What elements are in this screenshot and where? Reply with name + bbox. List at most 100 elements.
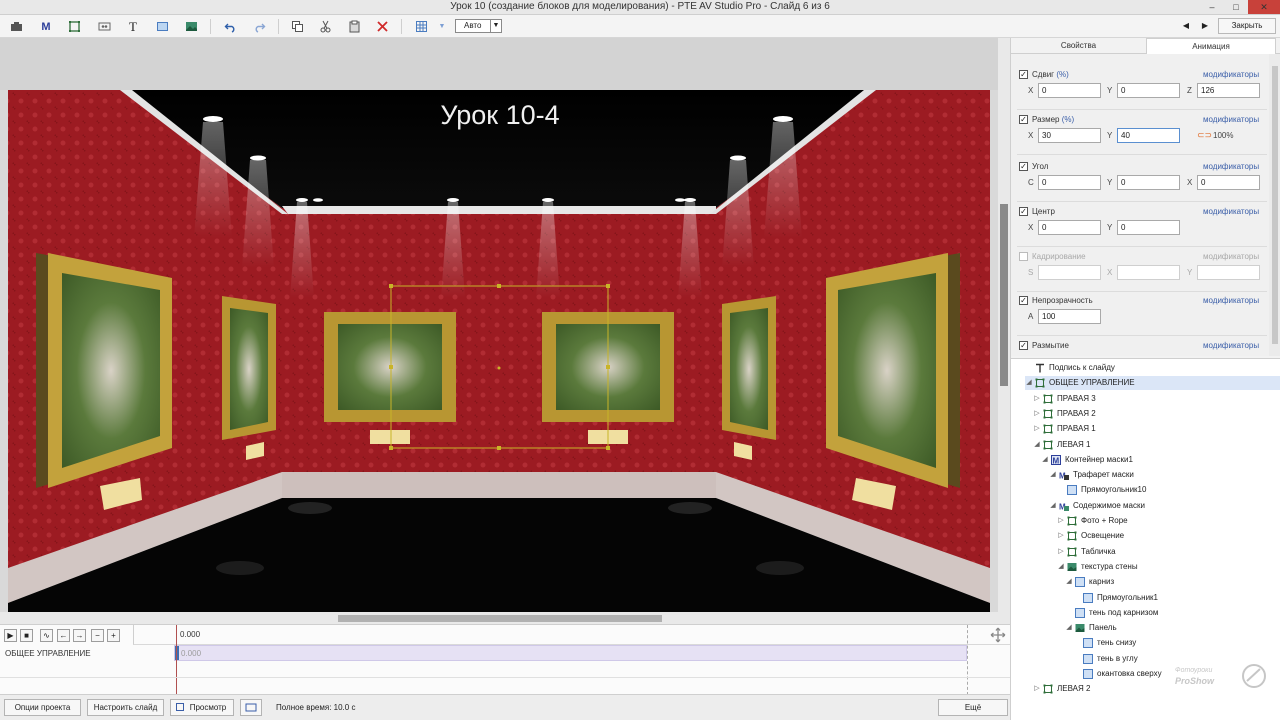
pan-checkbox[interactable]: ✓ <box>1019 70 1028 79</box>
scrollbar-thumb[interactable] <box>338 615 662 622</box>
slide-options-button[interactable]: Настроить слайд <box>87 699 164 716</box>
center-y-input[interactable]: 0 <box>1117 220 1180 235</box>
mask-tool-button[interactable]: M <box>38 19 54 34</box>
opacity-checkbox[interactable]: ✓ <box>1019 296 1028 305</box>
expand-arrow-icon[interactable]: ▷ <box>1033 422 1041 436</box>
tree-item[interactable]: тень снизу <box>1073 636 1280 650</box>
blur-modifiers-link[interactable]: модификаторы <box>1203 341 1259 350</box>
more-button[interactable]: Ещё <box>938 699 1008 716</box>
opacity-input[interactable]: 100 <box>1038 309 1101 324</box>
project-options-button[interactable]: Опции проекта <box>4 699 81 716</box>
paste-button[interactable] <box>346 19 362 34</box>
tree-item[interactable]: ▷ Табличка <box>1057 545 1280 559</box>
collapse-arrow-icon[interactable]: ◢ <box>1025 376 1033 390</box>
tab-animation[interactable]: Анимация <box>1146 38 1276 54</box>
center-checkbox[interactable]: ✓ <box>1019 207 1028 216</box>
tree-item[interactable]: ◢ ОБЩЕЕ УПРАВЛЕНИЕ <box>1025 376 1280 391</box>
next-keyframe-button[interactable]: → <box>73 629 86 642</box>
previous-keyframe-button[interactable]: ← <box>57 629 70 642</box>
tree-item[interactable]: Прямоугольник10 <box>1057 483 1280 497</box>
expand-arrow-icon[interactable]: ▷ <box>1057 514 1065 528</box>
text-tool-button[interactable]: T <box>125 19 141 34</box>
expand-arrow-icon[interactable]: ▷ <box>1033 682 1041 696</box>
scrollbar-thumb[interactable] <box>1272 66 1278 344</box>
collapse-arrow-icon[interactable]: ◢ <box>1049 468 1057 482</box>
timeline-track[interactable] <box>174 645 967 661</box>
tree-item[interactable]: ◢ Панель <box>1065 621 1280 635</box>
stop-button[interactable]: ■ <box>20 629 33 642</box>
size-unit[interactable]: (%) <box>1062 115 1074 124</box>
tree-item[interactable]: ◢ текстура стены <box>1057 560 1280 574</box>
next-slide-button[interactable]: ▶ <box>1198 19 1212 33</box>
remove-keyframe-button[interactable]: − <box>91 629 104 642</box>
add-object-button[interactable] <box>8 19 24 34</box>
stage-horizontal-scrollbar[interactable] <box>0 612 998 624</box>
video-tool-button[interactable] <box>96 19 112 34</box>
angle-modifiers-link[interactable]: модификаторы <box>1203 162 1259 171</box>
redo-button[interactable] <box>251 19 267 34</box>
tree-item[interactable]: ▷ Освещение <box>1057 529 1280 543</box>
grid-button[interactable] <box>413 19 429 34</box>
center-modifiers-link[interactable]: модификаторы <box>1203 207 1259 216</box>
image-tool-button[interactable] <box>183 19 199 34</box>
waveform-button[interactable]: ∿ <box>40 629 53 642</box>
size-modifiers-link[interactable]: модификаторы <box>1203 115 1259 124</box>
size-x-input[interactable]: 30 <box>1038 128 1101 143</box>
opacity-modifiers-link[interactable]: модификаторы <box>1203 296 1259 305</box>
timeline-ruler[interactable] <box>133 625 1010 645</box>
grid-dropdown[interactable]: ▼ <box>434 19 450 34</box>
tree-item[interactable]: ▷ ПРАВАЯ 2 <box>1033 407 1280 421</box>
scrollbar-thumb[interactable] <box>1000 204 1008 386</box>
size-y-input[interactable]: 40 <box>1117 128 1180 143</box>
collapse-arrow-icon[interactable]: ◢ <box>1065 621 1073 635</box>
tree-item[interactable]: ◢ M Контейнер маски1 <box>1041 453 1280 467</box>
copy-button[interactable] <box>289 19 305 34</box>
pan-x-input[interactable]: 0 <box>1038 83 1101 98</box>
expand-arrow-icon[interactable]: ▷ <box>1057 529 1065 543</box>
tree-item[interactable]: ◢ ЛЕВАЯ 1 <box>1033 438 1280 452</box>
zoom-select[interactable]: Авто ▼ <box>455 19 502 33</box>
collapse-arrow-icon[interactable]: ◢ <box>1041 453 1049 467</box>
tree-item[interactable]: ◢ M Трафарет маски <box>1049 468 1280 482</box>
add-keyframe-button[interactable]: + <box>107 629 120 642</box>
expand-arrow-icon[interactable]: ▷ <box>1033 407 1041 421</box>
tree-item[interactable]: ◢ карниз <box>1065 575 1280 589</box>
crop-modifiers-link[interactable]: модификаторы <box>1203 252 1259 261</box>
move-icon[interactable] <box>990 627 1006 643</box>
tree-item[interactable]: Подпись к слайду <box>1025 361 1280 375</box>
angle-c-input[interactable]: 0 <box>1038 175 1101 190</box>
minimize-button[interactable]: – <box>1200 0 1224 14</box>
tree-item[interactable]: ▷ ПРАВАЯ 1 <box>1033 422 1280 436</box>
angle-x-input[interactable]: 0 <box>1197 175 1260 190</box>
previous-slide-button[interactable]: ◀ <box>1179 19 1193 33</box>
crop-checkbox[interactable] <box>1019 252 1028 261</box>
play-button[interactable]: ▶ <box>4 629 17 642</box>
center-x-input[interactable]: 0 <box>1038 220 1101 235</box>
angle-y-input[interactable]: 0 <box>1117 175 1180 190</box>
delete-button[interactable] <box>374 19 390 34</box>
collapse-arrow-icon[interactable]: ◢ <box>1057 560 1065 574</box>
collapse-arrow-icon[interactable]: ◢ <box>1033 438 1041 452</box>
stage-vertical-scrollbar[interactable] <box>998 38 1010 624</box>
crop-y-input[interactable] <box>1197 265 1260 280</box>
pan-unit[interactable]: (%) <box>1056 70 1068 79</box>
frame-tool-button[interactable] <box>66 19 82 34</box>
tree-item[interactable]: Прямоугольник1 <box>1073 591 1280 605</box>
pan-z-input[interactable]: 126 <box>1197 83 1260 98</box>
pan-modifiers-link[interactable]: модификаторы <box>1203 70 1259 79</box>
rectangle-tool-button[interactable] <box>154 19 170 34</box>
undo-button[interactable] <box>222 19 238 34</box>
angle-checkbox[interactable]: ✓ <box>1019 162 1028 171</box>
collapse-arrow-icon[interactable]: ◢ <box>1049 499 1057 513</box>
expand-arrow-icon[interactable]: ▷ <box>1057 545 1065 559</box>
window-close-button[interactable]: ✕ <box>1248 0 1280 14</box>
tree-item[interactable]: ▷ ПРАВАЯ 3 <box>1033 392 1280 406</box>
tree-item[interactable]: тень под карнизом <box>1065 606 1280 620</box>
expand-arrow-icon[interactable]: ▷ <box>1033 392 1041 406</box>
blur-checkbox[interactable]: ✓ <box>1019 341 1028 350</box>
maximize-button[interactable]: □ <box>1224 0 1248 14</box>
crop-x-input[interactable] <box>1117 265 1180 280</box>
link-icon[interactable]: ⊂⊃ <box>1197 130 1212 141</box>
fullscreen-preview-button[interactable] <box>240 699 262 716</box>
close-button[interactable]: Закрыть <box>1218 18 1276 34</box>
